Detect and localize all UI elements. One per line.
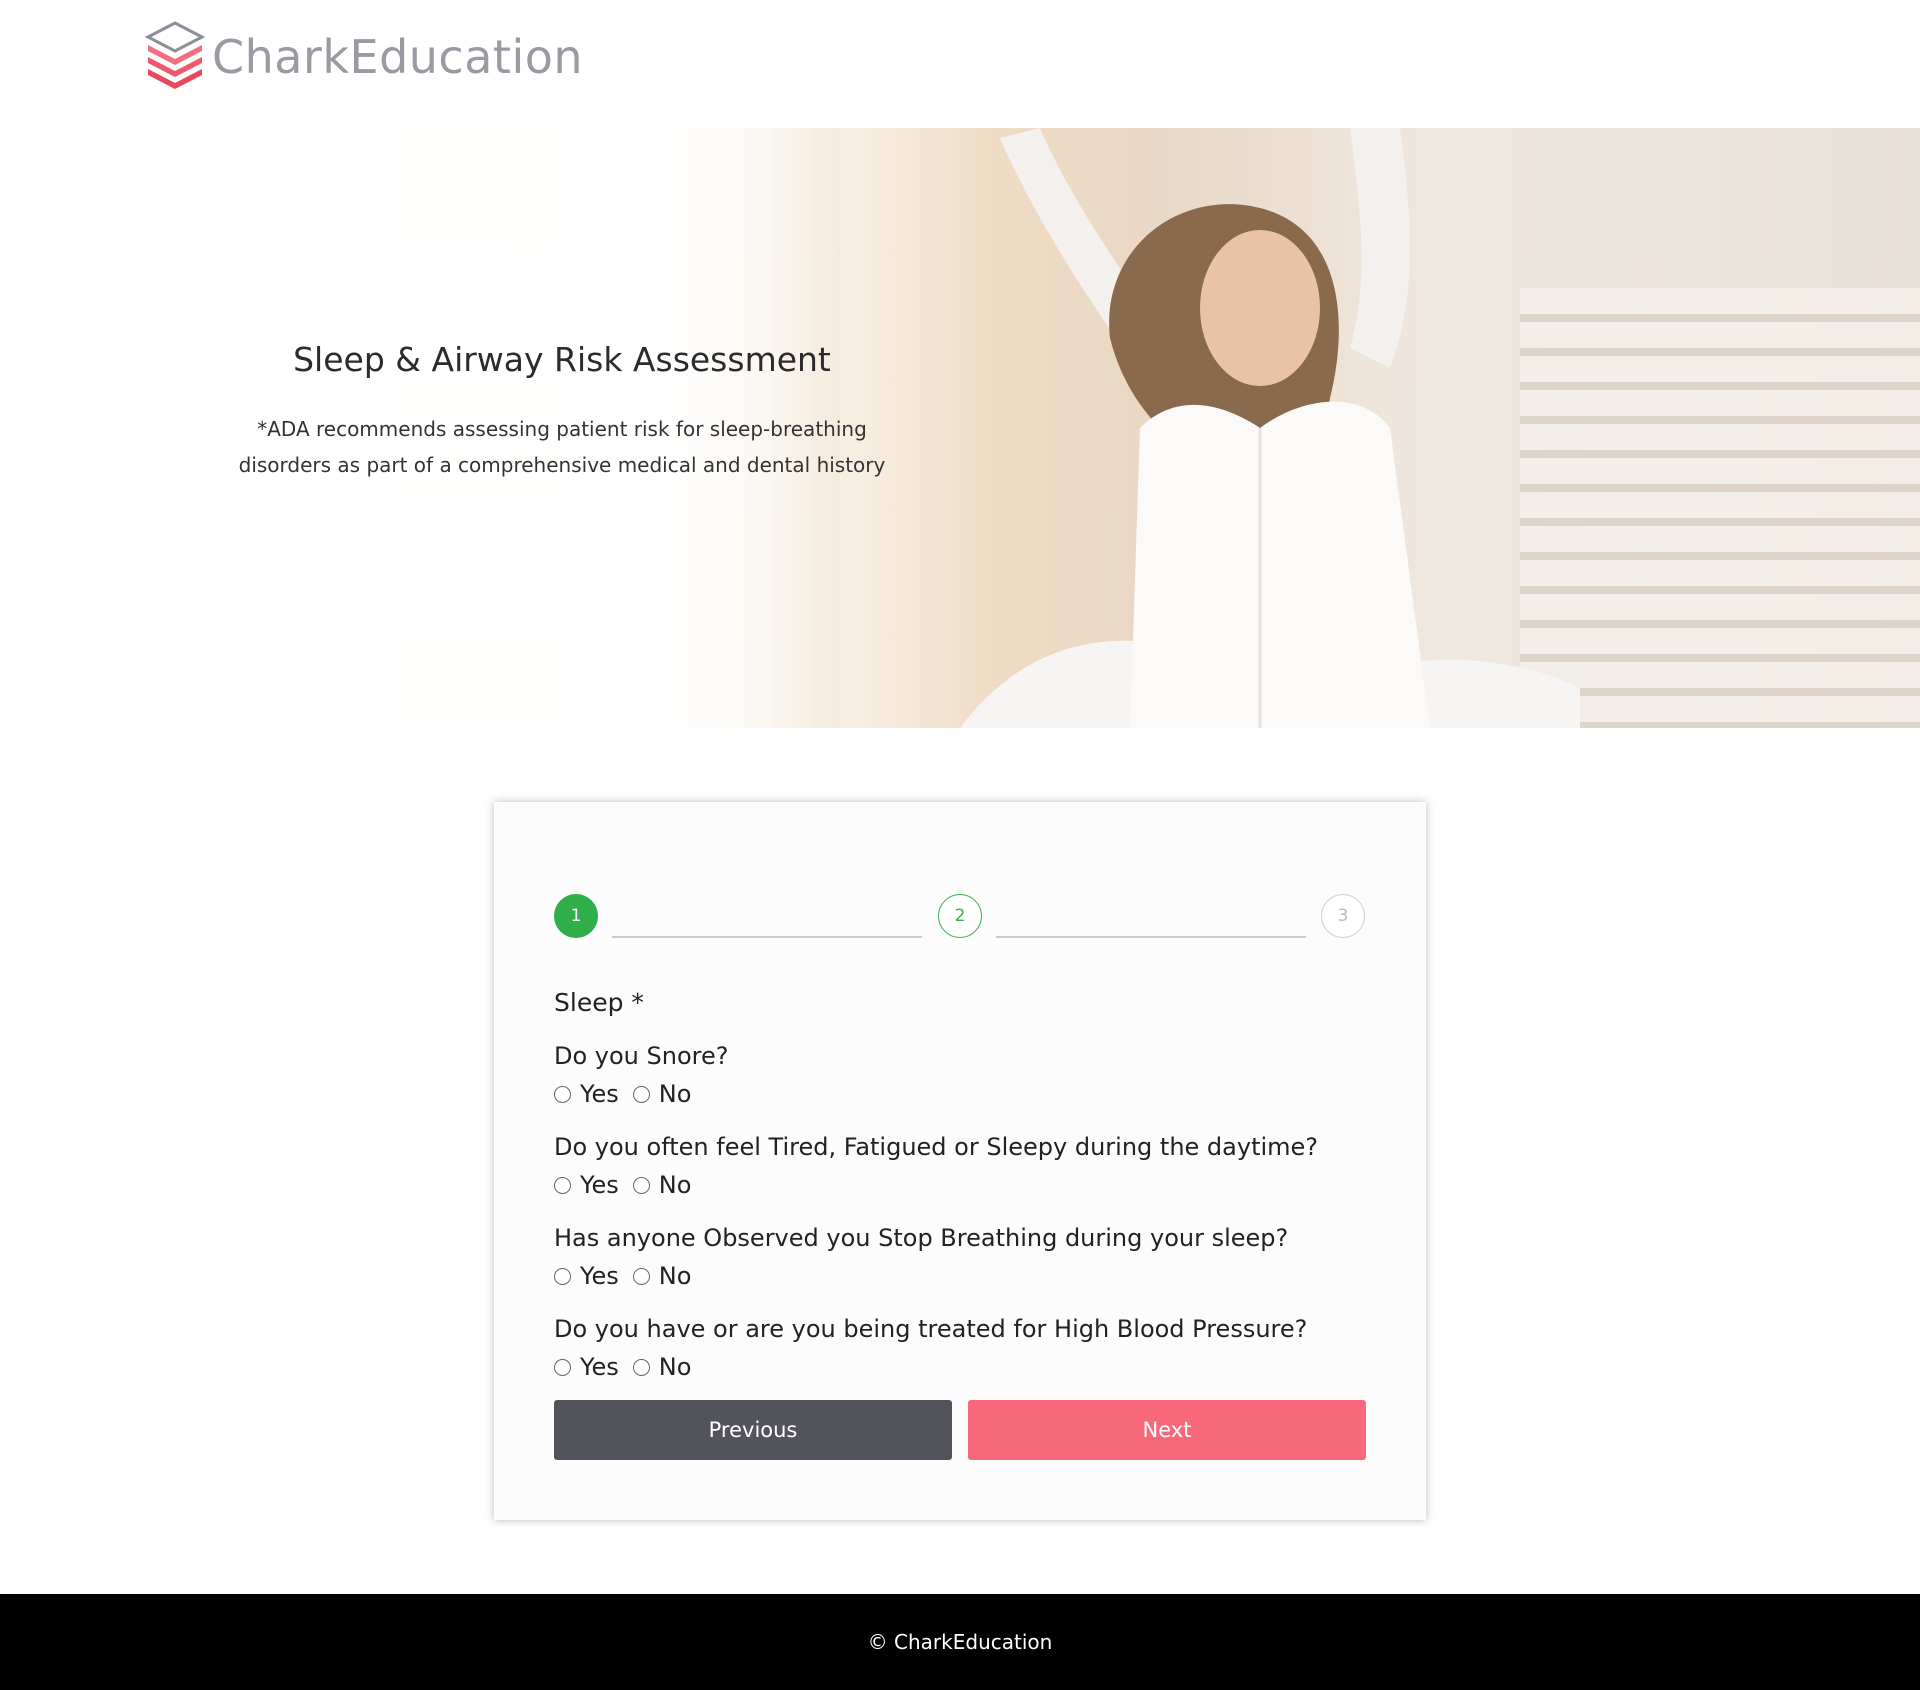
option-yes[interactable]: Yes xyxy=(554,1353,619,1381)
question-text: Has anyone Observed you Stop Breathing d… xyxy=(554,1224,1289,1252)
radio-button[interactable] xyxy=(632,1358,650,1376)
option-no[interactable]: No xyxy=(632,1353,692,1381)
question-stop-breathing: Has anyone Observed you Stop Breathing d… xyxy=(554,1224,1288,1290)
question-options: Yes No xyxy=(554,1171,1318,1199)
form-stepper: 1 2 3 xyxy=(554,894,1366,940)
radio-button[interactable] xyxy=(554,1176,571,1194)
hero-headboard-background xyxy=(1520,288,1920,728)
option-yes[interactable]: Yes xyxy=(554,1080,619,1108)
hero-photo-woman-stretching xyxy=(960,128,1580,728)
stacked-books-logo-icon xyxy=(144,21,206,89)
question-text: Do you Snore? xyxy=(554,1042,729,1070)
radio-button[interactable] xyxy=(554,1358,571,1376)
question-options: Yes No xyxy=(554,1353,1307,1381)
hero-subtitle: *ADA recommends assessing patient risk f… xyxy=(200,411,924,483)
radio-button[interactable] xyxy=(632,1176,650,1194)
question-blood-pressure: Do you have or are you being treated for… xyxy=(554,1315,1307,1381)
option-label: No xyxy=(658,1262,692,1290)
step-3-indicator[interactable]: 3 xyxy=(1321,894,1365,938)
option-label: Yes xyxy=(580,1353,619,1381)
hero-banner: Sleep & Airway Risk Assessment *ADA reco… xyxy=(0,128,1920,728)
option-no[interactable]: No xyxy=(632,1171,692,1199)
step-connector-2 xyxy=(996,936,1306,938)
option-no[interactable]: No xyxy=(632,1080,692,1108)
copyright-text: © CharkEducation xyxy=(867,1630,1053,1654)
next-button[interactable]: Next xyxy=(968,1400,1366,1460)
radio-button[interactable] xyxy=(632,1085,650,1103)
question-daytime-sleepiness: Do you often feel Tired, Fatigued or Sle… xyxy=(554,1133,1318,1199)
previous-button[interactable]: Previous xyxy=(554,1400,952,1460)
radio-button[interactable] xyxy=(554,1085,571,1103)
question-options: Yes No xyxy=(554,1262,1288,1290)
question-snore: Do you Snore? Yes No xyxy=(554,1042,729,1108)
question-text: Do you have or are you being treated for… xyxy=(554,1315,1308,1343)
option-label: No xyxy=(658,1353,692,1381)
option-no[interactable]: No xyxy=(632,1262,692,1290)
site-footer: © CharkEducation xyxy=(0,1594,1920,1690)
brand-name: CharkEducation xyxy=(212,30,584,84)
option-label: Yes xyxy=(580,1262,619,1290)
page-title: Sleep & Airway Risk Assessment xyxy=(293,340,831,379)
hero-subtitle-line-1: *ADA recommends assessing patient risk f… xyxy=(257,417,867,441)
radio-button[interactable] xyxy=(632,1267,650,1285)
step-1-indicator[interactable]: 1 xyxy=(554,894,598,938)
option-yes[interactable]: Yes xyxy=(554,1171,619,1199)
question-text: Do you often feel Tired, Fatigued or Sle… xyxy=(554,1133,1319,1161)
option-yes[interactable]: Yes xyxy=(554,1262,619,1290)
option-label: Yes xyxy=(580,1171,619,1199)
step-connector-1 xyxy=(612,936,922,938)
option-label: No xyxy=(658,1171,692,1199)
site-header: CharkEducation xyxy=(0,0,1920,128)
option-label: No xyxy=(658,1080,692,1108)
step-2-indicator[interactable]: 2 xyxy=(938,894,982,938)
assessment-form-card: 1 2 3 Sleep * Do you Snore? Yes No Do yo… xyxy=(494,802,1426,1520)
question-options: Yes No xyxy=(554,1080,729,1108)
radio-button[interactable] xyxy=(554,1267,571,1285)
option-label: Yes xyxy=(580,1080,619,1108)
hero-subtitle-line-2: disorders as part of a comprehensive med… xyxy=(238,453,886,477)
section-label: Sleep * xyxy=(554,988,644,1017)
brand-logo[interactable]: CharkEducation xyxy=(144,20,583,94)
